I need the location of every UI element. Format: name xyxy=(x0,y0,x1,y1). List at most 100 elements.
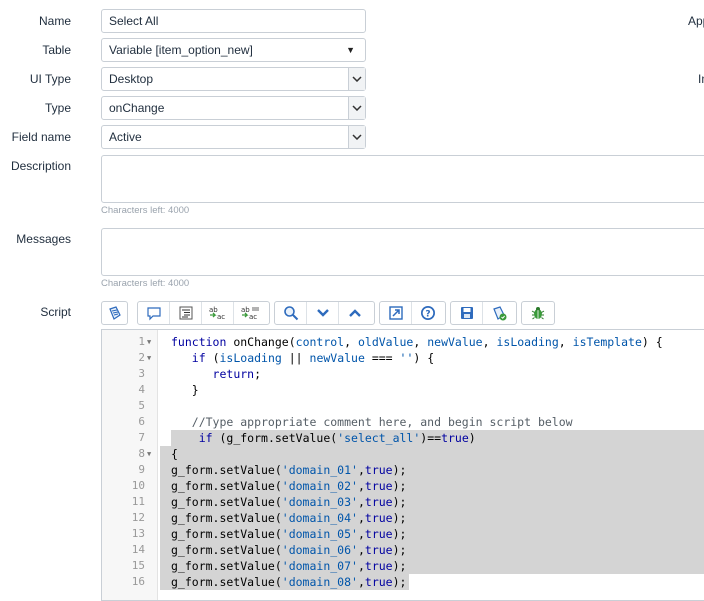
svg-text:?: ? xyxy=(425,310,430,320)
messages-chars-left: Characters left: 4000 xyxy=(101,278,190,289)
line-number: 7 xyxy=(138,431,145,444)
line-number: 4 xyxy=(138,383,145,396)
caret-down-icon: ▼ xyxy=(346,45,355,55)
description-label: Description xyxy=(10,159,71,173)
fullscreen-button[interactable] xyxy=(380,302,412,324)
code-line: 11 g_form.setValue('domain_03',true); xyxy=(102,494,704,510)
help-button[interactable]: ? xyxy=(412,302,444,324)
code-line: 10 g_form.setValue('domain_02',true); xyxy=(102,478,704,494)
table-select[interactable]: Variable [item_option_new] ▼ xyxy=(101,38,366,62)
debug-button[interactable] xyxy=(522,302,554,324)
help-icon: ? xyxy=(420,305,436,321)
code-text: if (isLoading || newValue === '') { xyxy=(191,351,435,365)
code-line: 14 g_form.setValue('domain_06',true); xyxy=(102,542,704,558)
svg-text:ac: ac xyxy=(249,313,257,321)
chevron-down-icon xyxy=(348,126,365,148)
code-line: 5 xyxy=(102,398,704,414)
code-line: 4 } xyxy=(102,382,704,398)
line-number: 16 xyxy=(131,575,145,588)
name-input[interactable]: Select All xyxy=(101,9,366,33)
description-chars-left: Characters left: 4000 xyxy=(101,205,190,216)
line-number: 6 xyxy=(138,415,145,428)
code-text: g_form.setValue('domain_05',true); xyxy=(171,527,407,541)
messages-label: Messages xyxy=(16,232,71,246)
field-name-label: Field name xyxy=(11,130,71,144)
code-text: g_form.setValue('domain_01',true); xyxy=(171,463,407,477)
code-line: 15 g_form.setValue('domain_07',true); xyxy=(102,558,704,574)
code-text: //Type appropriate comment here, and beg… xyxy=(171,415,573,429)
code-line: 12 g_form.setValue('domain_04',true); xyxy=(102,510,704,526)
line-number: 11 xyxy=(131,495,145,508)
code-line: 1 ▼ function onChange(control, oldValue, n… xyxy=(102,334,704,350)
line-number: 14 xyxy=(131,543,145,556)
replace-button[interactable]: ab ac xyxy=(202,302,234,324)
code-text: } xyxy=(171,383,199,397)
code-text: g_form.setValue('domain_02',true); xyxy=(171,479,407,493)
type-label: Type xyxy=(44,101,71,115)
format-icon xyxy=(178,305,194,321)
code-text: return; xyxy=(212,367,262,381)
comment-icon xyxy=(146,305,162,321)
line-number: 2 xyxy=(138,351,145,364)
name-label: Name xyxy=(38,14,71,28)
save-button[interactable] xyxy=(451,302,483,324)
code-line: 3 return; xyxy=(102,366,704,382)
code-line: 9 g_form.setValue('domain_01',true); xyxy=(102,462,704,478)
expand-icon xyxy=(388,305,404,321)
chevron-down-icon xyxy=(348,68,365,90)
script-toolbar-group-1 xyxy=(101,301,128,325)
format-code-button[interactable] xyxy=(170,302,202,324)
name-input-value: Select All xyxy=(109,14,159,28)
inherited-label: In xyxy=(698,72,704,86)
find-next-button[interactable] xyxy=(307,302,339,324)
toggle-script-debugger-button[interactable] xyxy=(483,302,515,324)
replace-all-button[interactable]: ab ac xyxy=(234,302,266,324)
line-number: 10 xyxy=(131,479,145,492)
script-toolbar-group-5 xyxy=(450,301,517,325)
code-text: g_form.setValue('domain_08',true); xyxy=(171,575,407,589)
ui-type-select-value: Desktop xyxy=(109,72,154,86)
code-line: 6 //Type appropriate comment here, and b… xyxy=(102,414,704,430)
script-toolbar-group-3 xyxy=(274,301,375,325)
selection-highlight xyxy=(160,446,704,462)
fold-arrow-icon[interactable]: ▼ xyxy=(147,446,151,462)
code-text: { xyxy=(171,447,178,461)
field-name-select[interactable]: Active xyxy=(101,125,366,149)
application-label: App xyxy=(688,14,704,28)
code-text: g_form.setValue('domain_06',true); xyxy=(171,543,407,557)
code-text: if (g_form.setValue('select_all')==true) xyxy=(198,431,476,445)
field-name-select-value: Active xyxy=(109,130,142,144)
comment-selected-code-button[interactable] xyxy=(138,302,170,324)
script-toolbar-group-2: ab ac ab ac xyxy=(137,301,270,325)
ui-type-select[interactable]: Desktop xyxy=(101,67,366,91)
script-toolbar-group-4: ? xyxy=(379,301,446,325)
fold-arrow-icon[interactable]: ▼ xyxy=(147,334,151,350)
table-select-value: Variable [item_option_new] xyxy=(109,43,253,57)
messages-textarea[interactable] xyxy=(101,228,704,276)
code-text: g_form.setValue('domain_04',true); xyxy=(171,511,407,525)
find-previous-button[interactable] xyxy=(339,302,371,324)
script-debugger-icon xyxy=(491,305,507,321)
line-number: 9 xyxy=(138,463,145,476)
search-icon xyxy=(283,305,299,321)
code-line: 16 g_form.setValue('domain_08',true); xyxy=(102,574,704,590)
script-editor[interactable]: 1 ▼ function onChange(control, oldValue, n… xyxy=(101,329,704,601)
chevron-up-icon xyxy=(348,308,362,318)
line-number: 13 xyxy=(131,527,145,540)
line-number: 5 xyxy=(138,399,145,412)
table-label: Table xyxy=(42,43,71,57)
line-number: 12 xyxy=(131,511,145,524)
type-select[interactable]: onChange xyxy=(101,96,366,120)
save-icon xyxy=(459,305,475,321)
description-textarea[interactable] xyxy=(101,155,704,203)
code-line: 13 g_form.setValue('domain_05',true); xyxy=(102,526,704,542)
search-button[interactable] xyxy=(275,302,307,324)
code-line: 2 ▼ if (isLoading || newValue === '') { xyxy=(102,350,704,366)
script-label: Script xyxy=(40,305,71,319)
bug-icon xyxy=(530,305,546,321)
fold-arrow-icon[interactable]: ▼ xyxy=(147,350,151,366)
toggle-syntax-editor-button[interactable] xyxy=(102,302,127,324)
replace-all-icon: ab ac xyxy=(240,305,260,321)
code-text: g_form.setValue('domain_07',true); xyxy=(171,559,407,573)
code-text: g_form.setValue('domain_03',true); xyxy=(171,495,407,509)
